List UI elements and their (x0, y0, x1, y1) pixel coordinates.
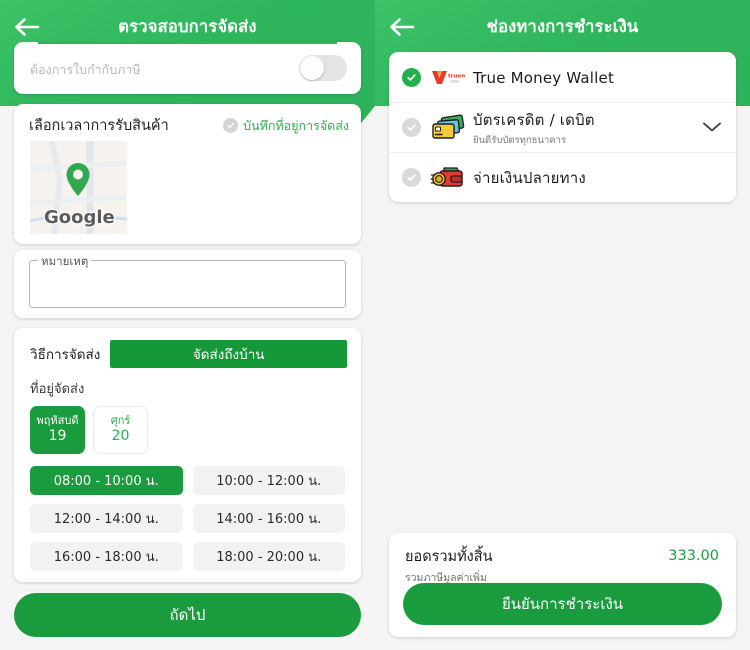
total-text-group: ยอดรวมทั้งสิ้น รวมภาษีมูลค่าเพิ่ม (405, 545, 493, 586)
payment-option-name: True Money Wallet (473, 68, 615, 87)
time-slot[interactable]: 18:00 - 20:00 น. (192, 542, 345, 571)
payment-option-sub: ยินดีรับบัตรทุกธนาคาร (473, 134, 567, 146)
right-page-title: ช่องทางการชำระเงิน (486, 17, 639, 36)
payment-method-panel: ช่องทางการชำระเงิน truemoney wallet (375, 0, 750, 650)
radio-unchecked-icon (402, 168, 421, 187)
payment-option-text: True Money Wallet (473, 68, 722, 87)
time-slot[interactable]: 10:00 - 12:00 น. (192, 466, 345, 495)
payment-option-name: จ่ายเงินปลายทาง (473, 168, 586, 187)
radio-unchecked-icon (402, 118, 421, 137)
next-button[interactable]: ถัดไป (14, 593, 361, 637)
date-chip-num: 19 (48, 428, 67, 445)
delivery-method-row: วิธีการจัดส่ง จัดส่งถึงบ้าน (30, 340, 347, 368)
save-address-checkbox[interactable]: บันทึกที่อยู่การจัดส่ง (223, 116, 349, 136)
wallet-coin-icon (430, 165, 466, 191)
chevron-down-icon[interactable] (702, 118, 722, 137)
date-chip-num: 20 (111, 428, 130, 445)
payment-option-text: จ่ายเงินปลายทาง (473, 166, 722, 190)
pickup-time-title: เลือกเวลาการรับสินค้า (29, 118, 169, 134)
total-label: ยอดรวมทั้งสิ้น (405, 549, 493, 565)
vat-label: ต้องการใบกำกับภาษี (30, 62, 141, 77)
toggle-knob (300, 56, 324, 80)
map-thumbnail[interactable]: Google (30, 141, 127, 234)
svg-text:wallet: wallet (450, 80, 460, 84)
map-graphic: Google (30, 141, 127, 234)
date-chip-dow: ศุกร์ (110, 414, 131, 428)
time-slot[interactable]: 08:00 - 10:00 น. (30, 466, 183, 495)
note-card: หมายเหตุ (14, 250, 361, 318)
total-card: ยอดรวมทั้งสิ้น รวมภาษีมูลค่าเพิ่ม 333.00… (389, 533, 736, 637)
note-legend: หมายเหตุ (38, 253, 92, 271)
pickup-time-card: เลือกเวลาการรับสินค้า บันทึกที่อยู่การจั… (14, 104, 361, 244)
time-slot[interactable]: 16:00 - 18:00 น. (30, 542, 183, 571)
truemoney-logo-icon: truemoney wallet (430, 68, 466, 86)
delivery-method-value[interactable]: จัดส่งถึงบ้าน (110, 340, 347, 368)
save-address-label: บันทึกที่อยู่การจัดส่ง (243, 117, 349, 133)
date-chip-friday[interactable]: ศุกร์ 20 (93, 406, 148, 454)
time-slot-grid: 08:00 - 10:00 น. 10:00 - 12:00 น. 12:00 … (30, 466, 345, 571)
payment-option-truemoney[interactable]: truemoney wallet True Money Wallet (389, 52, 736, 102)
date-chip-dow: พฤหัสบดี (36, 414, 79, 428)
svg-text:Google: Google (44, 207, 115, 228)
delivery-check-panel: ตรวจสอบการจัดส่ง ต้องการใบกำกับภาษี เลือ… (0, 0, 375, 650)
delivery-address-label: ที่อยู่จัดส่ง (30, 382, 85, 397)
date-chip-thursday[interactable]: พฤหัสบดี 19 (30, 406, 85, 454)
payment-option-name: บัตรเครดิต / เดบิต (473, 110, 595, 129)
time-slot[interactable]: 12:00 - 14:00 น. (30, 504, 183, 533)
radio-checked-icon (402, 67, 421, 87)
payment-option-text: บัตรเครดิต / เดบิต ยินดีรับบัตรทุกธนาคาร (473, 108, 702, 148)
delivery-method-label: วิธีการจัดส่ง (30, 347, 101, 363)
credit-cards-icon (430, 113, 466, 142)
payment-option-card[interactable]: บัตรเครดิต / เดบิต ยินดีรับบัตรทุกธนาคาร (389, 102, 736, 152)
left-page-title: ตรวจสอบการจัดส่ง (118, 17, 257, 36)
vat-divider (38, 42, 337, 44)
delivery-card: วิธีการจัดส่ง จัดส่งถึงบ้าน ที่อยู่จัดส่… (14, 328, 361, 582)
payment-option-cod[interactable]: จ่ายเงินปลายทาง (389, 152, 736, 202)
date-chip-list: พฤหัสบดี 19 ศุกร์ 20 (30, 406, 148, 454)
right-header-bar: ช่องทางการชำระเงิน (375, 0, 750, 54)
total-amount: 333.00 (668, 548, 719, 564)
note-input-wrapper: หมายเหตุ (29, 253, 346, 308)
confirm-payment-button[interactable]: ยืนยันการชำระเงิน (403, 583, 722, 625)
check-circle-icon (223, 118, 239, 133)
vat-card: ต้องการใบกำกับภาษี (14, 42, 361, 94)
payment-methods-card: truemoney wallet True Money Wallet (389, 52, 736, 202)
app-screen: ตรวจสอบการจัดส่ง ต้องการใบกำกับภาษี เลือ… (0, 0, 750, 650)
vat-toggle[interactable] (299, 55, 347, 81)
pickup-time-header: เลือกเวลาการรับสินค้า บันทึกที่อยู่การจั… (29, 114, 349, 137)
time-slot[interactable]: 14:00 - 16:00 น. (192, 504, 345, 533)
